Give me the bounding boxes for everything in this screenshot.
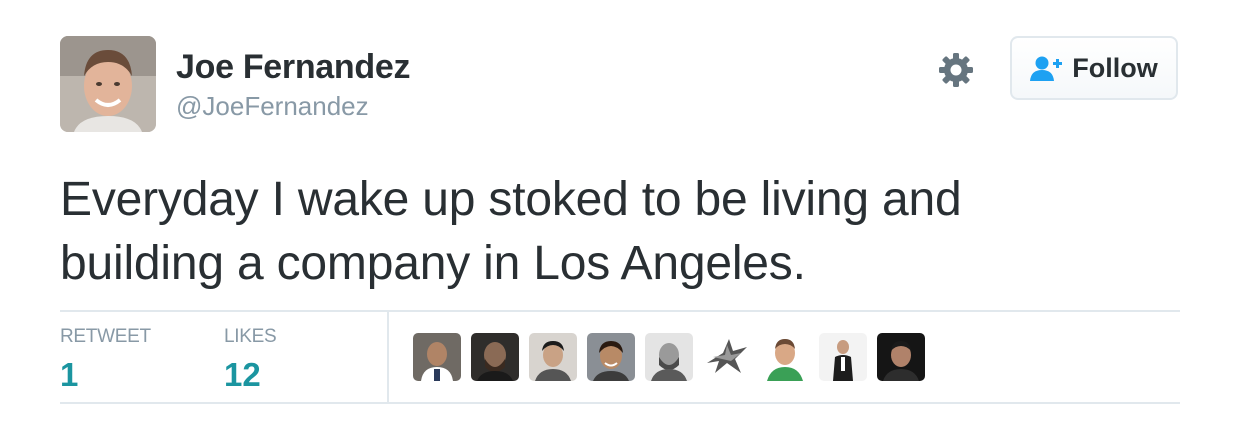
liker-avatar-5[interactable] bbox=[645, 333, 693, 381]
liker-avatar-4[interactable] bbox=[587, 333, 635, 381]
author-avatar[interactable] bbox=[60, 36, 156, 132]
stats-divider-top bbox=[60, 310, 1180, 312]
retweet-stat[interactable]: RETWEET 1 bbox=[60, 326, 151, 394]
tweet-text-line-2: building a company in Los Angeles. bbox=[60, 237, 806, 290]
liker-avatar-3[interactable] bbox=[529, 333, 577, 381]
stats-divider-vertical bbox=[387, 312, 389, 402]
author-handle[interactable]: @JoeFernandez bbox=[176, 91, 369, 122]
likes-label: LIKES bbox=[224, 326, 277, 347]
likes-count: 12 bbox=[224, 356, 261, 393]
retweet-label: RETWEET bbox=[60, 326, 151, 347]
liker-avatar-2[interactable] bbox=[471, 333, 519, 381]
follow-button-label: Follow bbox=[1072, 52, 1158, 83]
likes-stat[interactable]: LIKES 12 bbox=[224, 326, 277, 394]
liker-avatar-1[interactable] bbox=[413, 333, 461, 381]
gear-icon[interactable] bbox=[936, 50, 976, 90]
author-name[interactable]: Joe Fernandez bbox=[176, 48, 410, 87]
liker-avatar-6[interactable] bbox=[703, 333, 751, 381]
tweet-text-line-1: Everyday I wake up stoked to be living a… bbox=[60, 173, 962, 226]
likers-list bbox=[413, 333, 935, 381]
liker-avatar-7[interactable] bbox=[761, 333, 809, 381]
liker-avatar-9[interactable] bbox=[877, 333, 925, 381]
liker-avatar-8[interactable] bbox=[819, 333, 867, 381]
add-user-icon bbox=[1030, 54, 1064, 82]
stats-divider-bottom bbox=[60, 402, 1180, 404]
follow-button[interactable]: Follow bbox=[1010, 36, 1178, 100]
retweet-count: 1 bbox=[60, 356, 79, 393]
tweet-text: Everyday I wake up stoked to be living a… bbox=[60, 168, 1160, 296]
